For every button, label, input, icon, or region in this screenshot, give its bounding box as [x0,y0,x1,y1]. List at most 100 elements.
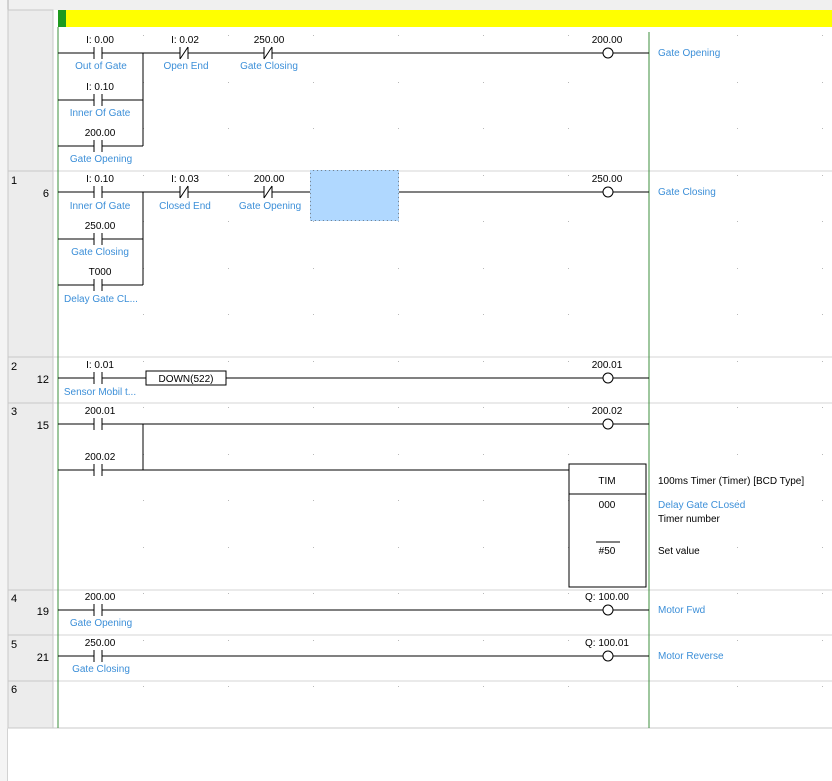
contact-comment: Inner Of Gate [70,201,131,212]
grid-dot [398,547,399,548]
ladder-diagram-canvas[interactable]: 1 6 2 12 3 15 4 19 5 21 6 I: 0.00 Out of… [0,0,832,781]
contact-no[interactable] [93,464,103,476]
grid-dot [483,221,484,222]
contact-no[interactable] [93,604,103,616]
contact-no[interactable] [93,650,103,662]
output-coil[interactable] [602,604,614,616]
rung-2: DOWN(522) I: 0.01 Sensor Mobil t... 200.… [58,360,649,398]
grid-dot [737,686,738,687]
grid-dot [822,640,823,641]
rung-gutter-0[interactable] [7,9,54,172]
grid-dot [568,593,569,594]
grid-dot [483,686,484,687]
grid-dot [228,407,229,408]
timer-title: 100ms Timer (Timer) [BCD Type] [658,476,804,487]
grid-dot [228,314,229,315]
grid-dot [398,221,399,222]
grid-dot [737,407,738,408]
timer-number: 000 [599,500,616,511]
coil-address: 200.01 [592,360,623,371]
grid-dot [398,361,399,362]
rung-index-2: 2 [11,361,17,373]
contact-comment: Sensor Mobil t... [64,387,136,398]
grid-dot [143,640,144,641]
rung-index-1: 1 [11,175,17,187]
grid-dot [313,500,314,501]
contact-no[interactable] [93,279,103,291]
grid-dot [568,640,569,641]
coil-comment: Motor Reverse [658,651,724,662]
output-coil[interactable] [602,650,614,662]
contact-nc[interactable] [179,46,189,60]
contact-no[interactable] [93,140,103,152]
coil-address: 200.00 [592,35,623,46]
grid-dot [737,454,738,455]
grid-dot [483,268,484,269]
coil-address: Q: 100.00 [585,592,629,603]
grid-dot [822,128,823,129]
timer-set-label: Set value [658,546,700,557]
grid-dot [568,361,569,362]
grid-dot [483,175,484,176]
grid-dot [483,547,484,548]
rung-separators [53,170,832,682]
output-coil[interactable] [602,372,614,384]
contact-nc[interactable] [263,46,273,60]
grid-dot [568,454,569,455]
grid-dot [398,640,399,641]
grid-dot [737,82,738,83]
contact-comment: Delay Gate CL... [64,294,138,305]
grid-dot [568,128,569,129]
coil-address: 200.02 [592,406,623,417]
grid-dot [313,593,314,594]
coil-comment: Gate Closing [658,187,716,198]
contact-nc[interactable] [179,185,189,199]
grid-dot [398,593,399,594]
contact-comment: Gate Closing [240,61,298,72]
contact-no[interactable] [93,233,103,245]
contact-no[interactable] [93,372,103,384]
grid-dot [822,314,823,315]
grid-dot [313,128,314,129]
grid-dot [483,128,484,129]
rung-step-3: 15 [37,420,49,432]
grid-dot [737,640,738,641]
output-coil[interactable] [602,186,614,198]
contact-comment: Gate Opening [70,618,132,629]
grid-dot [822,593,823,594]
grid-dot [568,314,569,315]
rung-4: 200.00 Gate Opening Q: 100.00 Motor Fwd [58,592,705,629]
output-coil[interactable] [602,47,614,59]
rung-0: I: 0.00 Out of Gate I: 0.02 Open End 250… [58,35,720,165]
contact-nc[interactable] [263,185,273,199]
grid-dot [143,407,144,408]
contact-no[interactable] [93,94,103,106]
grid-dot [398,128,399,129]
contact-address: 250.00 [254,35,285,46]
rung-step-2: 12 [37,374,49,386]
grid-dot [822,221,823,222]
contact-comment: Gate Closing [71,247,129,258]
grid-dot [822,268,823,269]
grid-dot [822,35,823,36]
contact-comment: Inner Of Gate [70,108,131,119]
contact-address: 250.00 [85,638,116,649]
contact-address: 200.00 [254,174,285,185]
contact-no[interactable] [93,47,103,59]
contact-no[interactable] [93,418,103,430]
grid-dot [143,686,144,687]
contact-comment: Out of Gate [75,61,127,72]
grid-dot [313,454,314,455]
output-coil[interactable] [602,418,614,430]
grid-dot [228,640,229,641]
grid-dot [398,454,399,455]
coil-address: Q: 100.01 [585,638,629,649]
grid-dot [228,82,229,83]
grid-dot [398,407,399,408]
grid-dot [822,686,823,687]
grid-dot [228,500,229,501]
grid-dot [313,221,314,222]
contact-no[interactable] [93,186,103,198]
grid-dot [737,593,738,594]
timer-number-label: Timer number [658,514,721,525]
